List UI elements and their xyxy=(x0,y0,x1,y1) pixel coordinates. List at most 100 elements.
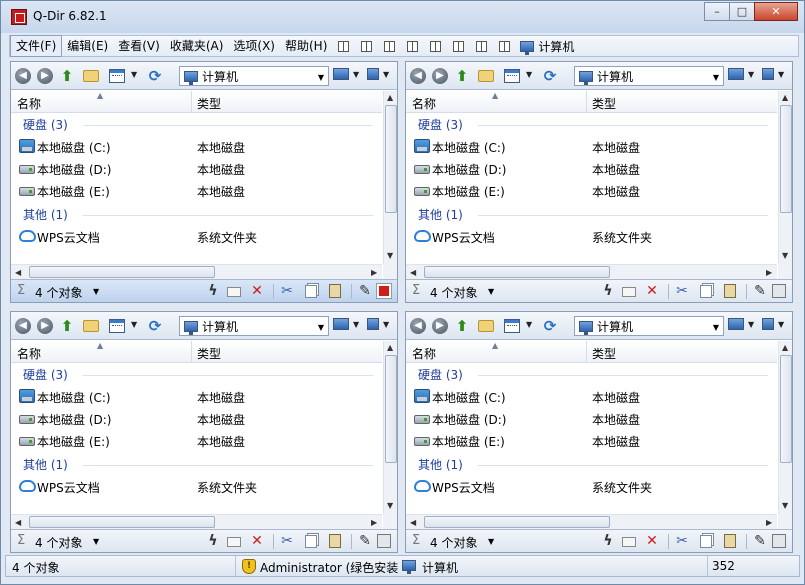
layout-2-icon[interactable] xyxy=(384,40,396,52)
network-icon[interactable] xyxy=(367,318,379,330)
delete-icon[interactable]: ✕ xyxy=(249,533,265,549)
vertical-scrollbar[interactable]: ▲ ▼ xyxy=(778,91,792,264)
horizontal-scrollbar[interactable]: ◀ ▶ xyxy=(406,264,777,279)
address-bar[interactable]: 计算机 ▼ xyxy=(179,316,329,336)
list-item[interactable]: WPS云文档 系统文件夹 xyxy=(19,227,379,247)
scroll-left-icon[interactable]: ◀ xyxy=(410,518,416,527)
view-mode-button[interactable] xyxy=(504,318,520,334)
list-item[interactable]: 本地磁盘 (D:) 本地磁盘 xyxy=(414,409,774,429)
rename-icon[interactable]: ✎ xyxy=(357,533,373,549)
scroll-down-icon[interactable]: ▼ xyxy=(782,501,788,510)
menu-help[interactable]: 帮助(H) xyxy=(280,36,332,56)
column-divider[interactable] xyxy=(586,91,587,113)
up-folder-icon[interactable]: ⬆ xyxy=(59,67,75,85)
column-divider[interactable] xyxy=(191,91,192,113)
view-dropdown-icon[interactable]: ▼ xyxy=(526,70,532,79)
column-type-header[interactable]: 类型 xyxy=(592,345,616,362)
list-item[interactable]: WPS云文档 系统文件夹 xyxy=(414,227,774,247)
list-item[interactable]: 本地磁盘 (D:) 本地磁盘 xyxy=(19,409,379,429)
address-dropdown-icon[interactable]: ▼ xyxy=(318,323,324,332)
cut-icon[interactable]: ✂ xyxy=(674,283,690,299)
column-type-header[interactable]: 类型 xyxy=(197,95,221,112)
horizontal-scroll-thumb[interactable] xyxy=(424,516,610,528)
forward-button[interactable]: ▶ xyxy=(37,318,53,334)
group-header[interactable]: 其他 (1) xyxy=(23,206,68,223)
list-item[interactable]: WPS云文档 系统文件夹 xyxy=(414,477,774,497)
pane-color-icon[interactable] xyxy=(772,534,786,548)
network-icon[interactable] xyxy=(762,318,774,330)
layout-7-icon[interactable] xyxy=(499,40,511,52)
address-dropdown-icon[interactable]: ▼ xyxy=(713,73,719,82)
copy-icon[interactable] xyxy=(700,535,712,548)
list-item[interactable]: WPS云文档 系统文件夹 xyxy=(19,477,379,497)
mail-icon[interactable] xyxy=(622,287,636,297)
scroll-left-icon[interactable]: ◀ xyxy=(15,518,21,527)
new-folder-button[interactable] xyxy=(478,318,494,334)
list-item[interactable]: 本地磁盘 (C:) 本地磁盘 xyxy=(414,387,774,407)
group-header[interactable]: 硬盘 (3) xyxy=(418,366,463,383)
mail-icon[interactable] xyxy=(227,537,241,547)
list-item[interactable]: 本地磁盘 (E:) 本地磁盘 xyxy=(414,181,774,201)
list-item[interactable]: 本地磁盘 (D:) 本地磁盘 xyxy=(414,159,774,179)
vertical-scrollbar[interactable]: ▲ ▼ xyxy=(383,91,397,264)
count-dropdown-icon[interactable]: ▼ xyxy=(93,537,99,546)
scroll-up-icon[interactable]: ▲ xyxy=(782,343,788,352)
paste-icon[interactable] xyxy=(724,534,736,548)
cut-icon[interactable]: ✂ xyxy=(279,283,295,299)
desktop-dropdown-icon[interactable]: ▼ xyxy=(353,70,359,79)
delete-icon[interactable]: ✕ xyxy=(249,283,265,299)
list-item[interactable]: 本地磁盘 (C:) 本地磁盘 xyxy=(19,387,379,407)
vertical-scroll-thumb[interactable] xyxy=(385,355,397,463)
delete-icon[interactable]: ✕ xyxy=(644,283,660,299)
back-button[interactable]: ◀ xyxy=(15,68,31,84)
horizontal-scroll-thumb[interactable] xyxy=(29,266,215,278)
list-item[interactable]: 本地磁盘 (E:) 本地磁盘 xyxy=(19,181,379,201)
scroll-right-icon[interactable]: ▶ xyxy=(371,518,377,527)
list-item[interactable]: 本地磁盘 (D:) 本地磁盘 xyxy=(19,159,379,179)
column-divider[interactable] xyxy=(586,341,587,363)
paste-icon[interactable] xyxy=(724,284,736,298)
paste-icon[interactable] xyxy=(329,534,341,548)
scroll-left-icon[interactable]: ◀ xyxy=(15,268,21,277)
forward-button[interactable]: ▶ xyxy=(37,68,53,84)
menu-computer[interactable]: 计算机 xyxy=(520,38,574,55)
horizontal-scroll-thumb[interactable] xyxy=(424,266,610,278)
list-item[interactable]: 本地磁盘 (C:) 本地磁盘 xyxy=(414,137,774,157)
vertical-scrollbar[interactable]: ▲ ▼ xyxy=(778,341,792,514)
scroll-up-icon[interactable]: ▲ xyxy=(387,343,393,352)
pane-object-count[interactable]: 4 个对象 xyxy=(35,534,82,551)
back-button[interactable]: ◀ xyxy=(410,68,426,84)
lightning-icon[interactable]: ϟ xyxy=(600,533,616,549)
network-icon[interactable] xyxy=(367,68,379,80)
copy-icon[interactable] xyxy=(305,285,317,298)
group-header[interactable]: 硬盘 (3) xyxy=(23,366,68,383)
scroll-down-icon[interactable]: ▼ xyxy=(782,251,788,260)
lightning-icon[interactable]: ϟ xyxy=(600,283,616,299)
view-mode-button[interactable] xyxy=(109,318,125,334)
refresh-icon[interactable]: ⟳ xyxy=(542,67,558,85)
scroll-up-icon[interactable]: ▲ xyxy=(782,93,788,102)
column-name-header[interactable]: 名称 xyxy=(412,95,436,112)
up-folder-icon[interactable]: ⬆ xyxy=(59,317,75,335)
list-item[interactable]: 本地磁盘 (E:) 本地磁盘 xyxy=(414,431,774,451)
desktop-icon[interactable] xyxy=(333,318,349,330)
back-button[interactable]: ◀ xyxy=(15,318,31,334)
network-dropdown-icon[interactable]: ▼ xyxy=(778,320,784,329)
close-button[interactable]: ✕ xyxy=(754,2,798,21)
new-folder-button[interactable] xyxy=(478,68,494,84)
scroll-right-icon[interactable]: ▶ xyxy=(766,518,772,527)
address-bar[interactable]: 计算机 ▼ xyxy=(179,66,329,86)
vertical-scroll-thumb[interactable] xyxy=(385,105,397,213)
layout-6-icon[interactable] xyxy=(476,40,488,52)
network-dropdown-icon[interactable]: ▼ xyxy=(383,320,389,329)
desktop-icon[interactable] xyxy=(728,68,744,80)
back-button[interactable]: ◀ xyxy=(410,318,426,334)
paste-icon[interactable] xyxy=(329,284,341,298)
view-dropdown-icon[interactable]: ▼ xyxy=(131,70,137,79)
horizontal-scrollbar[interactable]: ◀ ▶ xyxy=(11,514,382,529)
lightning-icon[interactable]: ϟ xyxy=(205,283,221,299)
forward-button[interactable]: ▶ xyxy=(432,318,448,334)
group-header[interactable]: 其他 (1) xyxy=(23,456,68,473)
rename-icon[interactable]: ✎ xyxy=(752,283,768,299)
count-dropdown-icon[interactable]: ▼ xyxy=(93,287,99,296)
